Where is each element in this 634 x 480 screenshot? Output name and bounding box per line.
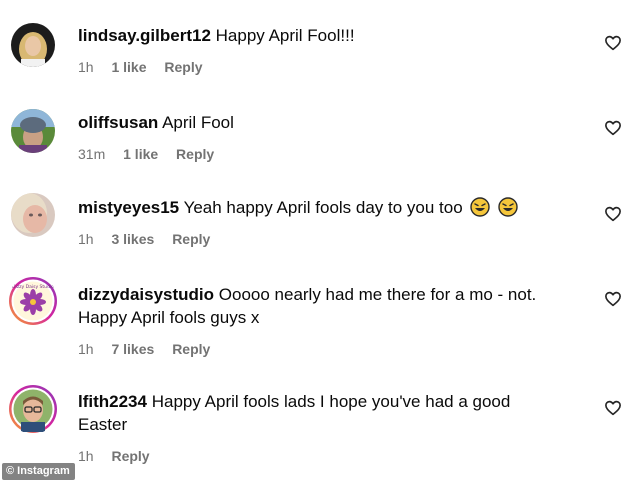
avatar-woman-selfie-icon xyxy=(11,193,55,237)
heart-icon[interactable] xyxy=(604,119,622,137)
reply-button[interactable]: Reply xyxy=(164,59,202,75)
comment-likes[interactable]: 3 likes xyxy=(111,231,154,247)
comment-likes[interactable]: 1 like xyxy=(111,59,146,75)
comment-likes[interactable]: 7 likes xyxy=(111,341,154,357)
reply-button[interactable]: Reply xyxy=(172,231,210,247)
comment-text: lindsay.gilbert12 Happy April Fool!!! xyxy=(78,24,578,47)
comment-body: Yeah happy April fools day to you too xyxy=(183,198,463,217)
comment-body: April Fool xyxy=(162,113,234,132)
avatar-daisy-logo-icon: Dizzy Daisy Studio xyxy=(9,277,57,325)
comment-text: oliffsusan April Fool xyxy=(78,111,578,134)
comment-username[interactable]: lindsay.gilbert12 xyxy=(78,26,211,45)
comment-body-line2: Easter xyxy=(78,415,128,434)
comment-username[interactable]: dizzydaisystudio xyxy=(78,285,214,304)
comment-meta: 1h Reply xyxy=(78,447,578,465)
comment-item: lindsay.gilbert12 Happy April Fool!!! 1h… xyxy=(0,0,634,85)
reply-button[interactable]: Reply xyxy=(176,146,214,162)
avatar-woman-hat-icon xyxy=(11,109,55,153)
avatar-woman-blonde-icon xyxy=(11,23,55,67)
comment-time[interactable]: 1h xyxy=(78,231,94,247)
comment-time[interactable]: 1h xyxy=(78,448,94,464)
avatar[interactable] xyxy=(11,193,55,237)
rolling-laughing-emoji-icon xyxy=(498,197,518,217)
comment-likes[interactable]: 1 like xyxy=(123,146,158,162)
heart-icon[interactable] xyxy=(604,205,622,223)
instagram-watermark: © Instagram xyxy=(2,463,75,480)
comment-item: Dizzy Daisy Studio dizzydaisystudio Oooo… xyxy=(0,259,634,369)
avatar[interactable] xyxy=(11,109,55,153)
comment-meta: 31m 1 like Reply xyxy=(78,145,578,163)
comment-body-line2: Happy April fools guys x xyxy=(78,308,260,327)
comment-text: mistyeyes15 Yeah happy April fools day t… xyxy=(78,196,578,219)
comment-item: mistyeyes15 Yeah happy April fools day t… xyxy=(0,171,634,259)
comment-username[interactable]: mistyeyes15 xyxy=(78,198,179,217)
heart-icon[interactable] xyxy=(604,290,622,308)
comment-item: oliffsusan April Fool 31m 1 like Reply xyxy=(0,85,634,171)
comment-username[interactable]: oliffsusan xyxy=(78,113,158,132)
heart-icon[interactable] xyxy=(604,34,622,52)
comment-body: Happy April Fool!!! xyxy=(215,26,355,45)
avatar[interactable] xyxy=(11,23,55,67)
avatar[interactable] xyxy=(8,384,58,434)
comment-meta: 1h 3 likes Reply xyxy=(78,230,578,248)
comment-time[interactable]: 1h xyxy=(78,59,94,75)
comment-time[interactable]: 1h xyxy=(78,341,94,357)
avatar-logo-text: Dizzy Daisy Studio xyxy=(12,284,54,290)
comment-text: lfith2234 Happy April fools lads I hope … xyxy=(78,390,578,436)
comment-body: Happy April fools lads I hope you've had… xyxy=(151,392,511,411)
avatar[interactable]: Dizzy Daisy Studio xyxy=(8,276,58,326)
comment-text: dizzydaisystudio Ooooo nearly had me the… xyxy=(78,283,578,329)
comment-meta: 1h 7 likes Reply xyxy=(78,340,578,358)
comment-item: lfith2234 Happy April fools lads I hope … xyxy=(0,369,634,480)
heart-icon[interactable] xyxy=(604,399,622,417)
avatar-man-glasses-icon xyxy=(9,385,57,433)
comment-username[interactable]: lfith2234 xyxy=(78,392,147,411)
comment-meta: 1h 1 like Reply xyxy=(78,58,578,76)
reply-button[interactable]: Reply xyxy=(172,341,210,357)
comment-time[interactable]: 31m xyxy=(78,146,105,162)
rolling-laughing-emoji-icon xyxy=(470,197,491,217)
reply-button[interactable]: Reply xyxy=(111,448,149,464)
comment-body: Ooooo nearly had me there for a mo - not… xyxy=(218,285,537,304)
